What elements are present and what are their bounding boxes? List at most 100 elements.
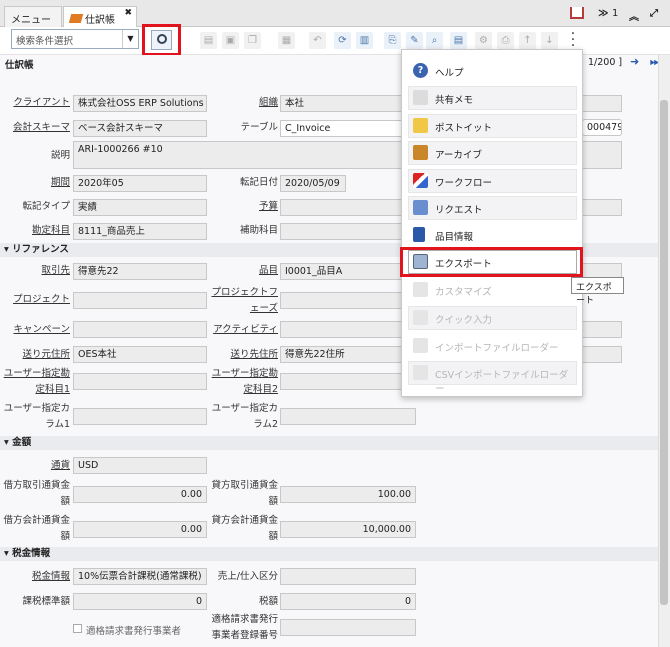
schema-label[interactable]: 会計スキーマ bbox=[0, 122, 70, 134]
ua2-field[interactable] bbox=[280, 373, 416, 390]
projectphase-field[interactable] bbox=[280, 292, 416, 309]
menu-item-postit[interactable]: ポストイット bbox=[408, 114, 577, 138]
postdate-field[interactable]: 2020/05/09 bbox=[280, 175, 346, 192]
shipto-label[interactable]: 送り先住所 bbox=[210, 349, 278, 361]
period-label[interactable]: 期間 bbox=[0, 177, 70, 189]
subaccount-field[interactable] bbox=[280, 223, 416, 240]
delete-icon[interactable]: ▦ bbox=[278, 32, 295, 49]
attachment-icon[interactable]: ⎘ bbox=[384, 32, 401, 49]
projectphase-label-1[interactable]: プロジェクトフ bbox=[210, 287, 278, 299]
next-record-icon[interactable]: ➜ bbox=[630, 55, 639, 68]
product-label[interactable]: 品目 bbox=[210, 265, 278, 277]
section-amount[interactable]: ▾ 金額 bbox=[0, 436, 658, 450]
dr-src-field[interactable]: 0.00 bbox=[73, 486, 207, 503]
ucol1-field[interactable] bbox=[73, 408, 207, 425]
tab-close-icon[interactable]: ✖ bbox=[124, 8, 132, 18]
shipto-extra-field[interactable] bbox=[582, 346, 622, 363]
ua1-label-1[interactable]: ユーザー指定勘 bbox=[0, 368, 70, 380]
search-select[interactable]: 検索条件選択 ▼ bbox=[11, 29, 139, 49]
account-label[interactable]: 勘定科目 bbox=[0, 225, 70, 237]
process-icon[interactable]: ⚙ bbox=[475, 32, 492, 49]
menu-item-help[interactable]: ? ヘルプ bbox=[408, 59, 577, 83]
menu-item-fileimport[interactable]: インポートファイルローダー bbox=[408, 334, 577, 358]
shipto-field[interactable]: 得意先22住所 bbox=[280, 346, 416, 363]
scrollbar-thumb[interactable] bbox=[660, 100, 668, 605]
activity-extra-field[interactable] bbox=[582, 321, 622, 338]
collapse-up-icon[interactable]: ︽ bbox=[629, 8, 639, 23]
menu-item-request[interactable]: リクエスト bbox=[408, 196, 577, 220]
taxinfo-field[interactable]: 10%伝票合計課税(通常課税) bbox=[73, 568, 207, 585]
more-menu-icon[interactable]: · · · bbox=[568, 27, 578, 53]
record-id-field[interactable]: 000479) bbox=[582, 119, 622, 136]
menu-item-customize[interactable]: カスタマイズ bbox=[408, 278, 577, 302]
menu-item-chat[interactable]: 共有メモ bbox=[408, 86, 577, 110]
account-field[interactable]: 8111_商品売上 bbox=[73, 223, 207, 240]
currency-label[interactable]: 通貨 bbox=[0, 460, 70, 472]
org-field[interactable]: 本社 bbox=[280, 95, 416, 112]
campaign-field[interactable] bbox=[73, 321, 207, 338]
section-tax[interactable]: ▾ 税金情報 bbox=[0, 547, 658, 561]
bp-field[interactable]: 得意先22 bbox=[73, 263, 207, 280]
cr-acct-field[interactable]: 10,000.00 bbox=[280, 521, 416, 538]
cr-src-label-1: 貸方取引通貨金 bbox=[211, 480, 278, 491]
new-record-icon[interactable]: ▤ bbox=[200, 32, 217, 49]
currency-field[interactable]: USD bbox=[73, 457, 207, 474]
menu-item-productinfo[interactable]: 品目情報 bbox=[408, 223, 577, 247]
ua2-label-2[interactable]: 定科目2 bbox=[210, 384, 278, 396]
budget-field[interactable] bbox=[280, 199, 416, 216]
arrow-down-icon[interactable]: ↓ bbox=[541, 32, 558, 49]
chevron-down-icon[interactable]: ▼ bbox=[122, 30, 138, 48]
period-field[interactable]: 2020年05 bbox=[73, 175, 207, 192]
budget-extra-field[interactable] bbox=[582, 199, 622, 216]
ua2-label-1[interactable]: ユーザー指定勘 bbox=[210, 368, 278, 380]
menu-item-csvimport[interactable]: CSVインポートファイルローダー bbox=[408, 361, 577, 395]
taxinfo-label[interactable]: 税金情報 bbox=[0, 571, 70, 583]
arrow-up-icon[interactable]: ↑ bbox=[519, 32, 536, 49]
project-field[interactable] bbox=[73, 292, 207, 309]
activity-label[interactable]: アクティビティ bbox=[210, 324, 278, 336]
grid-toggle-icon[interactable]: ▥ bbox=[356, 32, 373, 49]
taxamt-field[interactable]: 0 bbox=[280, 593, 416, 610]
campaign-label[interactable]: キャンペーン bbox=[0, 324, 70, 336]
menu-item-workflow[interactable]: ワークフロー bbox=[408, 169, 577, 193]
org-extra-field[interactable] bbox=[582, 95, 622, 112]
budget-label[interactable]: 予算 bbox=[210, 201, 278, 213]
client-field[interactable]: 株式会社OSS ERP Solutions bbox=[73, 95, 207, 112]
menu-item-archive[interactable]: アーカイブ bbox=[408, 141, 577, 165]
invoice-issuer-checkbox[interactable] bbox=[73, 624, 82, 633]
copy-icon[interactable]: ❐ bbox=[244, 32, 261, 49]
zoom-icon[interactable]: ⌕ bbox=[426, 32, 443, 49]
activity-field[interactable] bbox=[280, 321, 416, 338]
refresh-icon[interactable]: ⟳ bbox=[334, 32, 351, 49]
schema-field[interactable]: ベース会計スキーマ bbox=[73, 120, 207, 137]
bp-label[interactable]: 取引先 bbox=[0, 265, 70, 277]
print-icon[interactable]: ⎙ bbox=[497, 32, 514, 49]
undo-icon[interactable]: ↶ bbox=[309, 32, 326, 49]
menu-item-quickentry[interactable]: クイック入力 bbox=[408, 306, 577, 330]
tab-menu[interactable]: メニュー bbox=[4, 6, 62, 27]
ucol2-field[interactable] bbox=[280, 408, 416, 425]
shipfrom-label[interactable]: 送り元住所 bbox=[0, 349, 70, 361]
product-field[interactable]: I0001_品目A bbox=[280, 263, 416, 280]
report-icon[interactable]: ▤ bbox=[450, 32, 467, 49]
cr-src-field[interactable]: 100.00 bbox=[280, 486, 416, 503]
table-field[interactable]: C_Invoice bbox=[280, 120, 416, 137]
org-label[interactable]: 組織 bbox=[210, 97, 278, 109]
ua1-field[interactable] bbox=[73, 373, 207, 390]
posttype-field[interactable]: 実績 bbox=[73, 199, 207, 216]
project-label[interactable]: プロジェクト bbox=[0, 294, 70, 306]
save-icon[interactable]: ▣ bbox=[222, 32, 239, 49]
expand-icon[interactable]: ⤢ bbox=[650, 8, 658, 19]
home-icon[interactable] bbox=[570, 7, 584, 19]
taxbase-field[interactable]: 0 bbox=[73, 593, 207, 610]
projectphase-label-2[interactable]: ェーズ bbox=[210, 303, 278, 315]
chat-icon[interactable]: ✎ bbox=[406, 32, 423, 49]
ua1-label-2[interactable]: 定科目1 bbox=[0, 384, 70, 396]
shipfrom-field[interactable]: OES本社 bbox=[73, 346, 207, 363]
dr-acct-field[interactable]: 0.00 bbox=[73, 521, 207, 538]
reg-field[interactable] bbox=[280, 619, 416, 636]
tab-journal[interactable]: 仕訳帳 ✖ bbox=[63, 6, 137, 28]
client-label[interactable]: クライアント bbox=[0, 97, 70, 109]
collapse-down-icon[interactable]: ≫ bbox=[598, 8, 608, 19]
sales-field[interactable] bbox=[280, 568, 416, 585]
